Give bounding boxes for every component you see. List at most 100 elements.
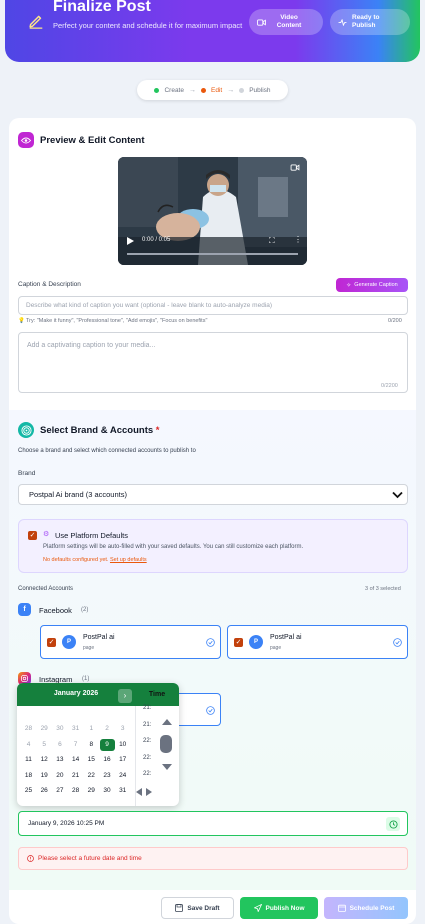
calendar-day[interactable]: 4 xyxy=(21,739,36,751)
step-create-dot xyxy=(154,87,160,93)
calendar-day[interactable]: 12 xyxy=(37,754,52,766)
page-title: Finalize Post xyxy=(53,0,151,15)
calendar-day[interactable]: 3 xyxy=(115,723,130,735)
page-header: Finalize Post Perfect your content and s… xyxy=(5,0,420,62)
schedule-post-button[interactable]: Schedule Post xyxy=(324,897,408,919)
defaults-warning-text: No defaults configured yet. xyxy=(43,557,109,563)
video-progress-bar[interactable] xyxy=(127,253,298,255)
time-option[interactable]: 22: xyxy=(143,755,151,761)
calendar-day[interactable]: 28 xyxy=(68,785,83,797)
platform-defaults-panel: ✓ ⚙ Use Platform Defaults Platform setti… xyxy=(18,519,408,573)
settings-icon: ⚙ xyxy=(43,531,50,538)
check-circle-icon xyxy=(206,638,215,647)
generate-caption-button[interactable]: ✧ Generate Caption xyxy=(336,278,408,292)
calendar-day[interactable]: 8 xyxy=(84,739,99,751)
next-month-button[interactable]: › xyxy=(118,689,132,703)
error-text: Please select a future date and time xyxy=(38,855,142,862)
calendar-day[interactable]: 24 xyxy=(115,770,130,782)
calendar-day[interactable]: 5 xyxy=(37,739,52,751)
calendar-day[interactable]: 11 xyxy=(21,754,36,766)
time-option[interactable]: 22: xyxy=(143,771,151,777)
calendar-day[interactable]: 10 xyxy=(115,739,130,751)
calendar-day[interactable]: 9 xyxy=(99,738,115,751)
account-name: PostPal ai xyxy=(83,634,115,641)
account-card-facebook-1[interactable]: ✓ P PostPal ai page xyxy=(40,625,221,659)
account-checkbox[interactable]: ✓ xyxy=(47,638,56,647)
scroll-down-icon[interactable] xyxy=(161,763,173,771)
accounts-selected-count: 3 of 3 selected xyxy=(365,586,401,592)
calendar-day[interactable]: 16 xyxy=(100,754,115,766)
calendar-day[interactable]: 14 xyxy=(68,754,83,766)
calendar-day[interactable]: 19 xyxy=(37,770,52,782)
setup-defaults-link[interactable]: Set up defaults xyxy=(110,557,147,563)
calendar-day[interactable]: 28 xyxy=(21,723,36,735)
time-option[interactable]: 21: xyxy=(143,722,151,728)
step-edit-dot xyxy=(200,87,206,93)
connected-accounts-label: Connected Accounts xyxy=(18,586,74,592)
calendar-day[interactable]: 21 xyxy=(68,770,83,782)
clock-icon[interactable] xyxy=(386,817,400,831)
calendar-day[interactable]: 29 xyxy=(37,723,52,735)
time-column-header: Time xyxy=(135,683,179,706)
calendar-day[interactable]: 15 xyxy=(84,754,99,766)
video-player[interactable]: 0:00 / 0:05 ⛶ ⋮ xyxy=(118,157,307,265)
brand-label: Brand xyxy=(18,470,36,477)
arrow-right-icon: → xyxy=(188,86,196,94)
facebook-account-count: (2) xyxy=(81,607,89,613)
calendar-day[interactable]: 6 xyxy=(52,739,67,751)
caption-textarea[interactable]: Add a captivating caption to your media.… xyxy=(18,332,408,393)
caption-prompt-input[interactable]: Describe what kind of caption you want (… xyxy=(18,296,408,315)
calendar-day[interactable]: 1 xyxy=(84,723,99,735)
calendar-day[interactable]: 23 xyxy=(100,770,115,782)
calendar-day[interactable]: 2 xyxy=(100,723,115,735)
fullscreen-icon[interactable]: ⛶ xyxy=(269,236,275,246)
caption-char-count: 0/2200 xyxy=(381,383,398,389)
account-card-facebook-2[interactable]: ✓ P PostPal ai page xyxy=(227,625,408,659)
schedule-datetime-input[interactable]: January 9, 2026 10:25 PM xyxy=(18,811,408,836)
account-checkbox[interactable]: ✓ xyxy=(234,638,243,647)
error-message: Please select a future date and time xyxy=(18,847,408,870)
calendar-day[interactable]: 31 xyxy=(115,785,130,797)
progress-stepper: Create → Edit → Publish xyxy=(137,80,288,100)
calendar-day[interactable]: 13 xyxy=(52,754,67,766)
calendar-day[interactable]: 26 xyxy=(37,785,52,797)
time-option[interactable]: 21: xyxy=(143,705,151,711)
save-draft-button[interactable]: Save Draft xyxy=(161,897,234,919)
calendar-day[interactable]: 30 xyxy=(100,785,115,797)
calendar-day[interactable]: 22 xyxy=(84,770,99,782)
chevron-down-icon xyxy=(392,491,403,499)
video-content-label: Video Content xyxy=(276,14,302,29)
brand-select[interactable]: Postpal Ai brand (3 accounts) xyxy=(18,484,408,505)
video-camera-icon xyxy=(290,164,300,171)
play-icon[interactable] xyxy=(127,237,134,245)
caption-label: Caption & Description xyxy=(18,281,81,288)
video-content-pill: Video Content xyxy=(249,9,323,35)
use-defaults-checkbox[interactable]: ✓ xyxy=(28,531,37,540)
step-create: Create xyxy=(164,86,184,94)
calendar-day[interactable]: 20 xyxy=(52,770,67,782)
check-circle-icon xyxy=(393,638,402,647)
brand-description: Choose a brand and select which connecte… xyxy=(18,448,196,454)
time-option[interactable]: 22: xyxy=(143,738,151,744)
calendar-day[interactable]: 30 xyxy=(52,723,67,735)
use-defaults-title: Use Platform Defaults xyxy=(55,531,128,540)
activity-icon xyxy=(338,18,347,26)
calendar-icon xyxy=(337,904,346,912)
calendar-day[interactable]: 18 xyxy=(21,770,36,782)
calendar-day[interactable]: 31 xyxy=(68,723,83,735)
calendar-day[interactable]: 17 xyxy=(115,754,130,766)
arrow-right-icon: → xyxy=(227,86,235,94)
publish-now-button[interactable]: Publish Now xyxy=(240,897,318,919)
page-subtitle: Perfect your content and schedule it for… xyxy=(53,21,243,30)
calendar-day[interactable]: 29 xyxy=(84,785,99,797)
more-options-icon[interactable]: ⋮ xyxy=(294,235,302,244)
brand-section-title-text: Select Brand & Accounts xyxy=(40,425,154,436)
calendar-day[interactable]: 7 xyxy=(68,739,83,751)
calendar-day[interactable]: 27 xyxy=(52,785,67,797)
scroll-horizontal-icon[interactable] xyxy=(135,787,153,797)
save-draft-label: Save Draft xyxy=(187,904,220,912)
scroll-up-icon[interactable] xyxy=(161,718,173,726)
time-scrollbar-thumb[interactable] xyxy=(160,735,172,753)
calendar-day[interactable]: 25 xyxy=(21,785,36,797)
send-icon xyxy=(253,904,262,912)
